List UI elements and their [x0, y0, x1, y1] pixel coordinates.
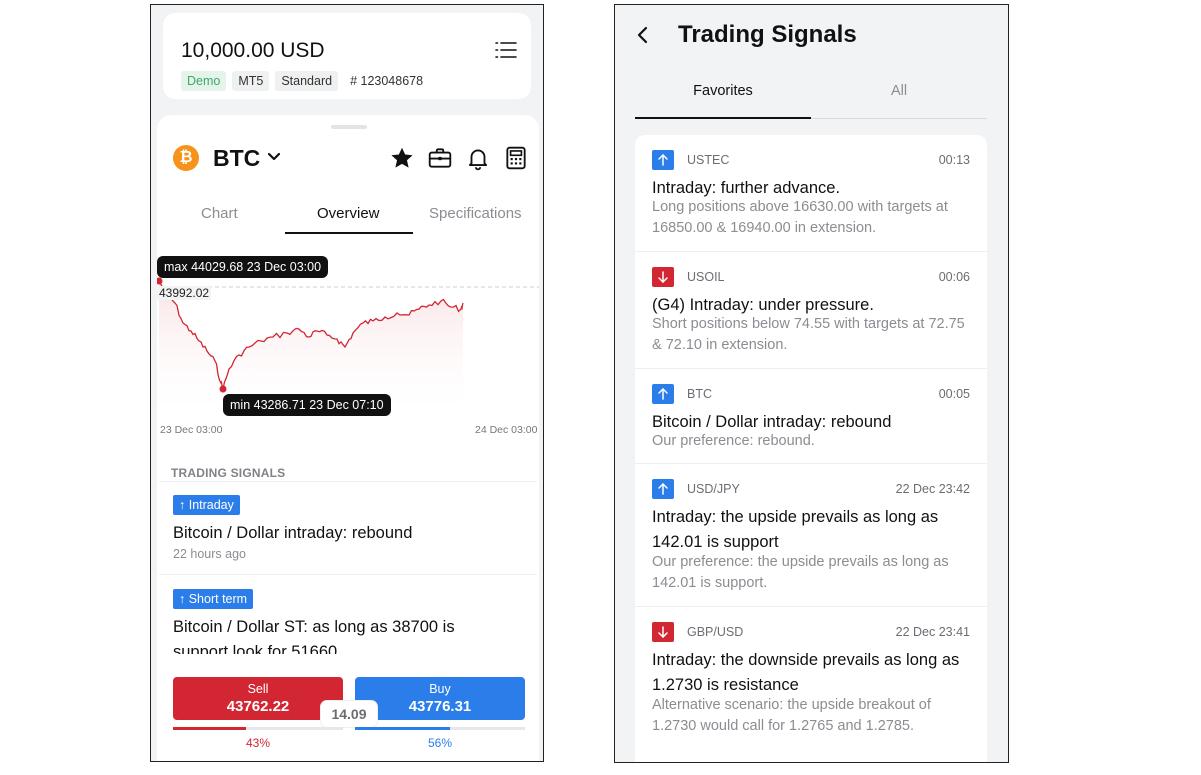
account-card[interactable]: 10,000.00 USD Demo MT5 Standard # 123048… [163, 13, 531, 99]
instrument-sheet: ₿ BTC Chart Overview Specifications max … [157, 115, 539, 761]
signal-card[interactable]: USD/JPY 22 Dec 23:42 Intraday: the upsid… [635, 464, 987, 607]
back-arrow-icon[interactable] [635, 25, 649, 45]
instrument-tabs: Chart Overview Specifications [171, 199, 527, 235]
account-balance: 10,000.00 USD [181, 39, 325, 62]
signal-title: Intraday: the downside prevails as long … [652, 651, 960, 694]
max-point-marker [157, 277, 163, 285]
star-icon[interactable] [389, 145, 415, 171]
signal-card[interactable]: GBP/USD 22 Dec 23:41 Intraday: the downs… [635, 607, 987, 762]
direction-down-icon [652, 622, 674, 642]
badge-account-type: Standard [275, 71, 339, 91]
signal-symbol: USTEC [687, 153, 730, 167]
signal-description: Long positions above 16630.00 with targe… [652, 199, 948, 236]
page-title: Trading Signals [678, 21, 857, 48]
bitcoin-coin-icon: ₿ [173, 145, 199, 171]
sheet-drag-handle[interactable] [331, 125, 367, 129]
signal-symbol: USD/JPY [687, 482, 740, 496]
briefcase-icon[interactable] [427, 145, 453, 171]
x-axis-start-label: 23 Dec 03:00 [160, 424, 223, 436]
signal-title: Bitcoin / Dollar ST: as long as 38700 is… [173, 618, 455, 654]
signal-card[interactable]: USTEC 00:13 Intraday: further advance. L… [635, 135, 987, 252]
tab-overview[interactable]: Overview [317, 205, 380, 222]
signal-title: Bitcoin / Dollar intraday: rebound [173, 524, 413, 542]
signal-description: Our preference: the upside prevails as l… [652, 554, 949, 591]
top-bar: Trading Signals [615, 5, 1008, 65]
sell-button[interactable]: Sell 43762.22 [173, 677, 343, 720]
signal-time: 00:06 [938, 270, 970, 284]
direction-up-icon [652, 384, 674, 404]
direction-down-icon [652, 267, 674, 287]
chevron-down-icon[interactable] [267, 151, 281, 163]
signals-list[interactable]: USTEC 00:13 Intraday: further advance. L… [635, 135, 987, 762]
signal-item[interactable]: ↑ Intraday Bitcoin / Dollar intraday: re… [159, 481, 537, 574]
tab-all[interactable]: All [811, 83, 987, 99]
active-tab-indicator [635, 117, 811, 119]
list-menu-icon[interactable] [495, 41, 517, 59]
tab-chart[interactable]: Chart [201, 205, 238, 222]
direction-up-icon [652, 479, 674, 499]
signal-card[interactable]: USOIL 00:06 (G4) Intraday: under pressur… [635, 252, 987, 369]
buy-percentage: 56% [427, 736, 453, 750]
signal-tabs: Favorites All [635, 75, 987, 119]
signal-tag: ↑ Intraday [173, 495, 240, 515]
symbol-name[interactable]: BTC [213, 145, 260, 172]
active-tab-indicator [285, 232, 413, 234]
instrument-screen: 10,000.00 USD Demo MT5 Standard # 123048… [150, 4, 544, 762]
signal-description: Short positions below 74.55 with targets… [652, 316, 965, 353]
spread-value: 14.09 [321, 701, 377, 727]
max-price-tooltip: max 44029.68 23 Dec 03:00 [157, 256, 329, 278]
trading-signals-screen: Trading Signals Favorites All USTEC 00:1… [614, 4, 1009, 763]
sell-sentiment-bar [173, 727, 343, 730]
buy-sentiment-bar [355, 727, 525, 730]
min-point-marker [219, 385, 227, 393]
tab-favorites[interactable]: Favorites [635, 83, 811, 99]
buy-button[interactable]: Buy 43776.31 [355, 677, 525, 720]
bell-icon[interactable] [465, 145, 491, 171]
symbol-header: ₿ BTC [171, 141, 527, 173]
direction-up-icon [652, 150, 674, 170]
badge-platform: MT5 [232, 71, 270, 91]
trading-signals-heading: TRADING SIGNALS [171, 466, 286, 480]
signal-description: Our preference: rebound. [652, 433, 815, 449]
trade-panel: Sell 43762.22 Buy 43776.31 14.09 43% 56% [173, 677, 525, 757]
tab-specifications[interactable]: Specifications [429, 205, 522, 222]
signal-title: Intraday: the upside prevails as long as… [652, 508, 939, 551]
sell-label: Sell [247, 682, 269, 696]
badge-demo: Demo [181, 71, 227, 91]
account-badges: Demo MT5 Standard # 123048678 [181, 71, 423, 91]
signal-tag: ↑ Short term [173, 589, 254, 609]
sell-percentage: 43% [245, 736, 271, 750]
buy-sentiment-fill [355, 727, 451, 730]
signal-card[interactable]: BTC 00:05 Bitcoin / Dollar intraday: reb… [635, 369, 987, 464]
current-price-label: 43992.02 [157, 286, 212, 300]
signal-item[interactable]: ↑ Short term Bitcoin / Dollar ST: as lon… [159, 574, 537, 654]
account-number: # 123048678 [350, 74, 424, 88]
signal-time: 22 Dec 23:41 [895, 625, 970, 639]
signal-symbol: USOIL [687, 270, 725, 284]
signal-time: 22 hours ago [173, 547, 246, 561]
price-chart[interactable]: max 44029.68 23 Dec 03:00 43992.02 min 4… [157, 243, 539, 438]
sell-price: 43762.22 [226, 698, 290, 715]
calculator-icon[interactable] [503, 145, 529, 171]
signal-description: Alternative scenario: the upside breakou… [652, 697, 931, 734]
sell-sentiment-fill [173, 727, 247, 730]
signal-time: 22 Dec 23:42 [895, 482, 970, 496]
buy-label: Buy [429, 682, 451, 696]
signal-symbol: BTC [687, 387, 712, 401]
signal-symbol: GBP/USD [687, 625, 744, 639]
x-axis-end-label: 24 Dec 03:00 [475, 424, 538, 436]
signal-time: 00:05 [938, 387, 970, 401]
buy-price: 43776.31 [408, 698, 472, 715]
signal-time: 00:13 [938, 153, 970, 167]
min-price-tooltip: min 43286.71 23 Dec 07:10 [223, 394, 391, 416]
